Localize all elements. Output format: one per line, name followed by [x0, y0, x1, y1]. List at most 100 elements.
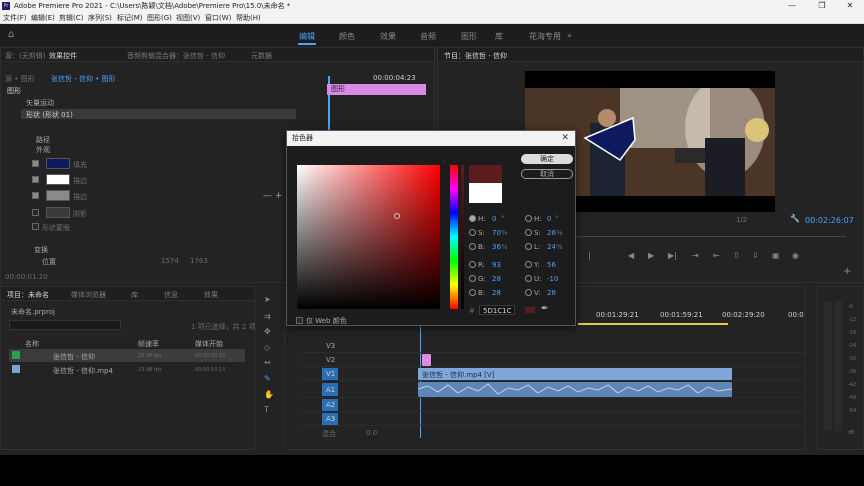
fill-color-swatch[interactable]: [46, 158, 70, 169]
radio-yuv-v[interactable]: [525, 289, 532, 296]
close-button[interactable]: ✕: [836, 0, 864, 12]
mark-in-icon[interactable]: |: [588, 251, 591, 260]
insert-icon[interactable]: ⇥: [692, 251, 699, 260]
radio-yuv-u[interactable]: [525, 275, 532, 282]
tab-program[interactable]: 节目：张信哲 - 信仰: [444, 51, 507, 61]
stroke1-checkbox[interactable]: [32, 176, 39, 183]
track-a2-label[interactable]: A2: [326, 401, 335, 409]
master-clip-label[interactable]: 源 • 图形: [5, 74, 35, 84]
program-scrub-bar[interactable]: [576, 236, 846, 237]
export-frame-icon[interactable]: ▣: [772, 251, 780, 260]
yuv-v-value[interactable]: 28: [547, 289, 556, 297]
workspace-edit[interactable]: 编辑: [299, 31, 315, 42]
wrench-icon[interactable]: 🔧: [790, 214, 800, 223]
tab-audio-clip-mixer[interactable]: 音频剪辑混合器：张信哲 - 信仰: [127, 51, 225, 61]
alpha-slider[interactable]: [461, 165, 464, 309]
menu-edit[interactable]: 编辑(E): [31, 12, 55, 24]
hsb-s-value[interactable]: 70: [492, 229, 501, 237]
track-a3-label[interactable]: A3: [326, 415, 335, 423]
project-item-1-name[interactable]: 张信哲 - 信仰.mp4: [53, 366, 113, 376]
tab-source[interactable]: 源：(无剪辑): [5, 51, 45, 61]
fill-checkbox[interactable]: [32, 160, 39, 167]
extract-icon[interactable]: ⇩: [752, 251, 759, 260]
hsl-l-value[interactable]: 24: [547, 243, 556, 251]
track-v3-label[interactable]: V3: [326, 342, 335, 350]
project-label-blue[interactable]: [12, 365, 20, 373]
workspace-effects[interactable]: 效果: [380, 31, 396, 42]
play-icon[interactable]: ▶: [648, 251, 654, 260]
work-area-bar[interactable]: [578, 323, 728, 325]
step-forward-icon[interactable]: ▶|: [668, 251, 677, 260]
master-track-value[interactable]: 0.0: [366, 429, 377, 437]
cancel-button[interactable]: 取消: [521, 169, 573, 179]
workspace-audio[interactable]: 音频: [420, 31, 436, 42]
eyedropper-icon[interactable]: ✒: [541, 304, 549, 314]
mask-checkbox[interactable]: [32, 223, 39, 230]
transform-label[interactable]: 变换: [34, 245, 48, 255]
rgb-b-value[interactable]: 28: [492, 289, 501, 297]
slip-tool-icon[interactable]: ↔: [264, 358, 271, 367]
razor-tool-icon[interactable]: ◇: [264, 343, 270, 352]
add-button-icon[interactable]: +: [843, 266, 851, 277]
menu-view[interactable]: 视图(V): [176, 12, 200, 24]
shadow-checkbox[interactable]: [32, 209, 39, 216]
home-icon[interactable]: ⌂: [8, 29, 14, 40]
stroke2-color-swatch[interactable]: [46, 190, 70, 201]
track-a1-label[interactable]: A1: [326, 386, 335, 394]
ripple-tool-icon[interactable]: ✥: [264, 327, 271, 336]
menu-sequence[interactable]: 序列(S): [88, 12, 112, 24]
vector-motion-label[interactable]: 矢量运动: [26, 98, 54, 108]
radio-hsl-s[interactable]: [525, 229, 532, 236]
camera-icon[interactable]: ◉: [792, 251, 799, 260]
radio-yuv-y[interactable]: [525, 261, 532, 268]
ec-clip-bar[interactable]: 图形: [327, 84, 426, 95]
track-v2-label[interactable]: V2: [326, 356, 335, 364]
workspace-custom[interactable]: 花海专用: [529, 31, 561, 42]
add-stroke-icon[interactable]: — +: [263, 191, 282, 201]
radio-hsl-l[interactable]: [525, 243, 532, 250]
hue-slider-arrow-icon[interactable]: ›: [443, 159, 445, 165]
ok-button[interactable]: 确定: [521, 154, 573, 164]
video-clip-v1[interactable]: 张信哲 - 信仰.mp4 [V]: [418, 368, 732, 380]
tab-effect-controls[interactable]: 效果控件: [49, 51, 77, 61]
radio-hsb-b[interactable]: [469, 243, 476, 250]
col-media-start[interactable]: 媒体开始: [195, 339, 223, 349]
overwrite-icon[interactable]: ⇤: [713, 251, 720, 260]
radio-hsb-h[interactable]: [469, 215, 476, 222]
tab-effects[interactable]: 效果: [204, 290, 218, 300]
radio-hsb-s[interactable]: [469, 229, 476, 236]
track-v1-label[interactable]: V1: [326, 370, 335, 378]
tab-info[interactable]: 信息: [164, 290, 178, 300]
hex-input[interactable]: 5D1C1C: [479, 305, 515, 315]
menu-marker[interactable]: 标记(M): [117, 12, 143, 24]
rgb-g-value[interactable]: 28: [492, 275, 501, 283]
color-field-cursor[interactable]: [394, 213, 400, 219]
pen-tool-icon[interactable]: ✎: [264, 374, 271, 383]
menu-file[interactable]: 文件(F): [3, 12, 27, 24]
audio-clip-a1[interactable]: [417, 382, 733, 397]
position-x-value[interactable]: 1574: [161, 257, 179, 265]
menu-graphics[interactable]: 图形(G): [147, 12, 172, 24]
hsb-b-value[interactable]: 36: [492, 243, 501, 251]
hand-tool-icon[interactable]: ✋: [264, 390, 274, 399]
radio-rgb-g[interactable]: [469, 275, 476, 282]
workspace-more-icon[interactable]: »: [567, 31, 572, 40]
rgb-r-value[interactable]: 93: [492, 261, 501, 269]
menu-clip[interactable]: 剪辑(C): [59, 12, 83, 24]
hue-slider[interactable]: [450, 165, 458, 309]
radio-rgb-r[interactable]: [469, 261, 476, 268]
col-name[interactable]: 名称: [25, 339, 39, 349]
lift-icon[interactable]: ⇧: [733, 251, 740, 260]
shape-label[interactable]: 形状 (形状 01): [26, 110, 73, 120]
graphic-clip[interactable]: [422, 354, 431, 366]
stroke2-checkbox[interactable]: [32, 192, 39, 199]
menu-help[interactable]: 帮助(H): [236, 12, 261, 24]
track-select-tool-icon[interactable]: ⇉: [264, 312, 271, 321]
yuv-y-value[interactable]: 56: [547, 261, 556, 269]
minimize-button[interactable]: —: [778, 0, 806, 12]
stroke1-color-swatch[interactable]: [46, 174, 70, 185]
appearance-label[interactable]: 外观: [36, 145, 50, 155]
master-track-label[interactable]: 混合: [322, 429, 336, 439]
web-colors-checkbox[interactable]: [296, 317, 303, 324]
path-label[interactable]: 路径: [36, 135, 50, 145]
